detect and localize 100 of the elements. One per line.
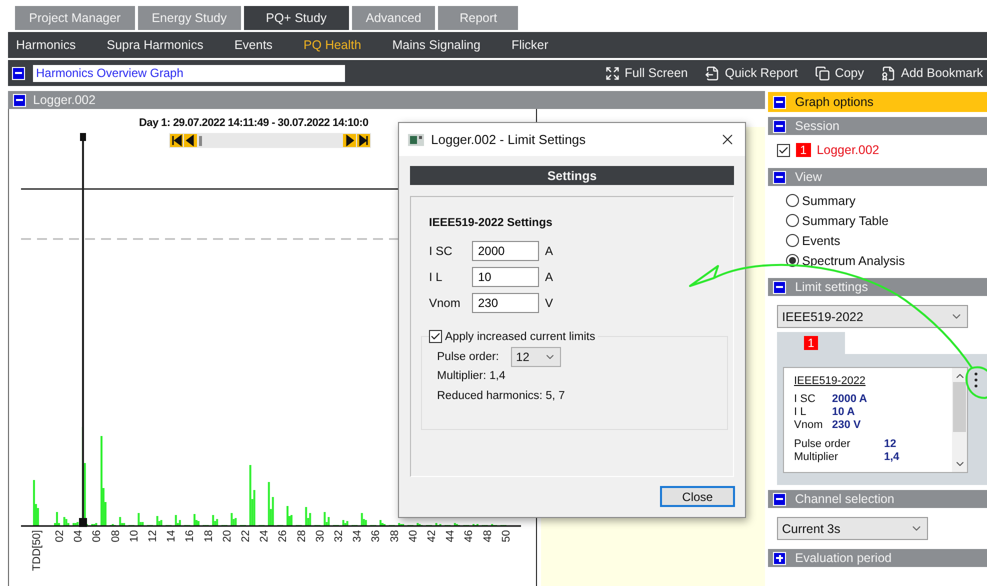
- toolbar-button[interactable]: Full Screen: [604, 66, 688, 80]
- axis-label: 06: [91, 530, 104, 542]
- axis-label: 44: [444, 530, 457, 542]
- collapse-icon[interactable]: [773, 280, 786, 294]
- dialog-title: Logger.002 - Limit Settings: [431, 132, 586, 147]
- limit-label: I SC: [794, 393, 816, 406]
- nav-tab[interactable]: Supra Harmonics: [106, 38, 204, 52]
- section-title: Evaluation period: [795, 551, 892, 565]
- title-field[interactable]: Harmonics Overview Graph: [33, 64, 345, 82]
- axis-label: 16: [184, 530, 196, 542]
- section-title: Session: [795, 119, 840, 133]
- section-title: Graph options: [795, 95, 874, 109]
- axis-label: 28: [296, 530, 308, 542]
- standard-select[interactable]: IEEE519-2022: [777, 305, 968, 328]
- radio-label: Summary: [802, 194, 856, 208]
- toolbar-button[interactable]: Quick Report: [704, 66, 798, 80]
- file-export-icon: [704, 66, 720, 80]
- tab-badge: 1: [804, 336, 818, 350]
- more-icon[interactable]: [973, 372, 979, 388]
- channel-select[interactable]: Current 3s: [777, 517, 928, 540]
- axis-label: 46: [463, 530, 476, 542]
- radio-button[interactable]: [786, 194, 799, 207]
- panel-title: Logger.002: [33, 93, 96, 107]
- collapse-icon[interactable]: [773, 120, 786, 132]
- nav-tab[interactable]: Harmonics: [16, 38, 76, 52]
- toolbar-button[interactable]: Add Bookmark: [881, 66, 983, 80]
- session-checkbox[interactable]: [777, 144, 790, 156]
- collapse-icon[interactable]: [13, 94, 26, 106]
- field-label: I SC: [429, 244, 454, 258]
- axis-label: 22: [240, 530, 252, 542]
- pulse-order-label: Pulse order:: [437, 351, 500, 363]
- axis-label: 36: [370, 530, 382, 542]
- module-tab[interactable]: PQ+ Study: [244, 6, 349, 30]
- card-title: IEEE519-2022: [794, 375, 867, 387]
- axis-label: 48: [482, 530, 494, 542]
- axis-label: TDD[50]: [31, 530, 43, 571]
- collapse-icon[interactable]: [12, 66, 25, 80]
- axis-label: 42: [426, 530, 438, 542]
- nav-tab[interactable]: Flicker: [511, 38, 548, 52]
- axis-label: 10: [128, 530, 140, 542]
- limit-label: Pulse order: [794, 438, 852, 451]
- input-field[interactable]: 10: [472, 267, 539, 287]
- date-range: Day 1: 29.07.2022 14:11:49 - 30.07.2022 14:10:0: [139, 117, 368, 129]
- limit-label: Vnom: [794, 419, 824, 432]
- scrollbar[interactable]: [952, 368, 967, 472]
- session-name: Logger.002: [816, 143, 880, 157]
- field-label: I L: [429, 270, 444, 284]
- axis-label: 14: [166, 530, 178, 542]
- limit-label: I L: [794, 406, 808, 419]
- limits-checkbox[interactable]: [429, 330, 442, 343]
- limit-value: 12: [884, 438, 898, 451]
- group-title: IEEE519-2022 Settings: [429, 217, 554, 229]
- unit-label: V: [545, 296, 554, 310]
- axis-label: 04: [72, 530, 85, 542]
- timeline-scroller[interactable]: [169, 133, 371, 148]
- limit-value: 230 V: [832, 419, 862, 432]
- toolbar-button[interactable]: Copy: [814, 66, 864, 80]
- radio-label: Summary Table: [802, 214, 889, 228]
- session-badge: 1: [796, 143, 811, 157]
- check-icon: [778, 144, 789, 156]
- multiplier-text: Multiplier: 1,4: [437, 370, 506, 382]
- input-field[interactable]: 2000: [472, 241, 539, 261]
- axis-label: 08: [110, 530, 122, 542]
- axis-label: 26: [277, 530, 290, 542]
- nav-tab[interactable]: Mains Signaling: [392, 38, 480, 52]
- axis-label: 30: [314, 530, 326, 542]
- unit-label: A: [545, 244, 554, 258]
- limit-value: 1,4: [884, 451, 900, 464]
- input-field[interactable]: 230: [472, 293, 539, 313]
- checkbox-label: Apply increased current limits: [445, 330, 596, 342]
- collapse-icon[interactable]: [773, 96, 786, 108]
- section-title: View: [795, 170, 822, 184]
- radio-button[interactable]: [786, 234, 799, 247]
- copy-icon: [814, 66, 830, 80]
- limit-value: 2000 A: [832, 393, 868, 406]
- axis-label: 40: [407, 530, 420, 542]
- session-tab[interactable]: 1: [777, 332, 845, 354]
- radio-button[interactable]: [786, 214, 799, 227]
- nav-tab[interactable]: PQ Health: [304, 38, 362, 52]
- axis-label: 34: [352, 530, 364, 542]
- collapse-icon[interactable]: [773, 492, 786, 506]
- cursor-line[interactable]: [79, 133, 87, 527]
- axis-label: 24: [258, 530, 271, 542]
- axis-label: 38: [388, 530, 401, 542]
- expand-icon[interactable]: [773, 552, 786, 564]
- collapse-icon[interactable]: [773, 170, 786, 184]
- limit-label: Multiplier: [794, 451, 840, 464]
- axis-label: 20: [221, 530, 234, 542]
- close-button[interactable]: Close: [660, 486, 735, 507]
- pulse-order-select[interactable]: 12: [511, 347, 562, 367]
- section-title: Channel selection: [795, 492, 894, 506]
- radio-label: Spectrum Analysis: [802, 254, 905, 268]
- section-header[interactable]: Graph options: [768, 92, 987, 112]
- check-icon: [430, 331, 441, 342]
- axis-label: 50: [500, 530, 512, 542]
- unit-label: A: [545, 270, 554, 284]
- limit-value: 10 A: [832, 406, 856, 419]
- window-icon: [408, 134, 424, 146]
- reduced-harmonics-text: Reduced harmonics: 5, 7: [437, 390, 566, 402]
- nav-tab[interactable]: Events: [234, 38, 273, 52]
